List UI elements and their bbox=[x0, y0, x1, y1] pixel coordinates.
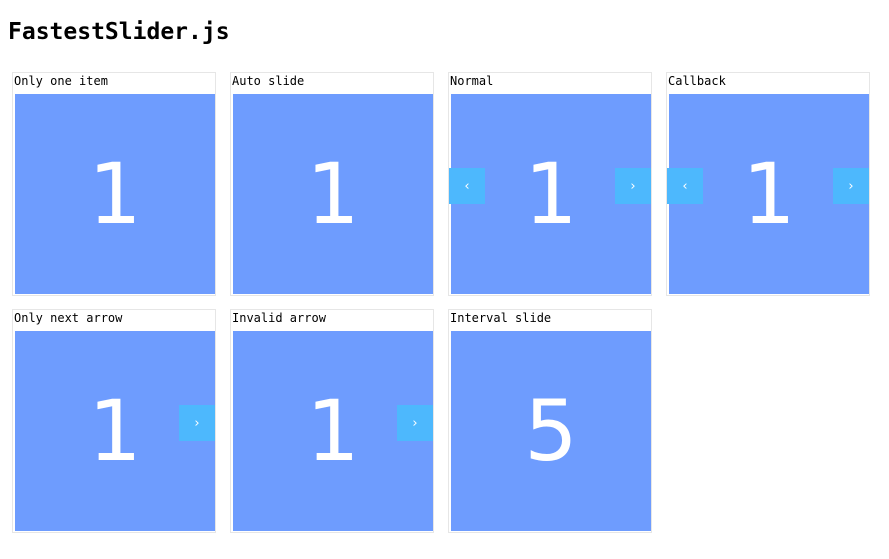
next-arrow-button[interactable]: › bbox=[179, 405, 215, 441]
next-arrow-button[interactable]: › bbox=[833, 168, 869, 204]
demo-auto-slide: Auto slide 1 bbox=[230, 72, 434, 296]
chevron-left-icon: ‹ bbox=[682, 178, 688, 194]
slider-viewport[interactable]: 5 bbox=[451, 331, 651, 531]
next-arrow-button[interactable]: › bbox=[615, 168, 651, 204]
prev-arrow-button[interactable]: ‹ bbox=[667, 168, 703, 204]
slide-number: 1 bbox=[88, 382, 142, 480]
slider-viewport[interactable]: 1 bbox=[15, 94, 215, 294]
demo-interval-slide: Interval slide 5 bbox=[448, 309, 652, 533]
demo-normal: Normal 1 ‹ › bbox=[448, 72, 652, 296]
demo-only-next-arrow: Only next arrow 1 › bbox=[12, 309, 216, 533]
slide-number: 1 bbox=[524, 145, 578, 243]
demo-only-one-item: Only one item 1 bbox=[12, 72, 216, 296]
slide-number: 1 bbox=[742, 145, 796, 243]
chevron-right-icon: › bbox=[848, 178, 854, 194]
chevron-left-icon: ‹ bbox=[464, 178, 470, 194]
demo-label: Only one item bbox=[14, 74, 108, 88]
slide-number: 1 bbox=[306, 382, 360, 480]
chevron-right-icon: › bbox=[630, 178, 636, 194]
demo-invalid-arrow: Invalid arrow 1 › bbox=[230, 309, 434, 533]
demo-label: Normal bbox=[450, 74, 494, 88]
slider-viewport[interactable]: 1 bbox=[233, 94, 433, 294]
slide-number: 5 bbox=[524, 382, 578, 480]
demo-label: Invalid arrow bbox=[232, 311, 326, 325]
slide-number: 1 bbox=[306, 145, 360, 243]
slide-number: 1 bbox=[88, 145, 142, 243]
demo-label: Interval slide bbox=[450, 311, 552, 325]
chevron-right-icon: › bbox=[412, 415, 418, 431]
chevron-right-icon: › bbox=[194, 415, 200, 431]
demo-label: Callback bbox=[668, 74, 726, 88]
demo-label: Auto slide bbox=[232, 74, 305, 88]
demo-callback: Callback 1 ‹ › bbox=[666, 72, 870, 296]
next-arrow-button[interactable]: › bbox=[397, 405, 433, 441]
demo-label: Only next arrow bbox=[14, 311, 123, 325]
page-title: FastestSlider.js bbox=[8, 19, 230, 45]
prev-arrow-button[interactable]: ‹ bbox=[449, 168, 485, 204]
